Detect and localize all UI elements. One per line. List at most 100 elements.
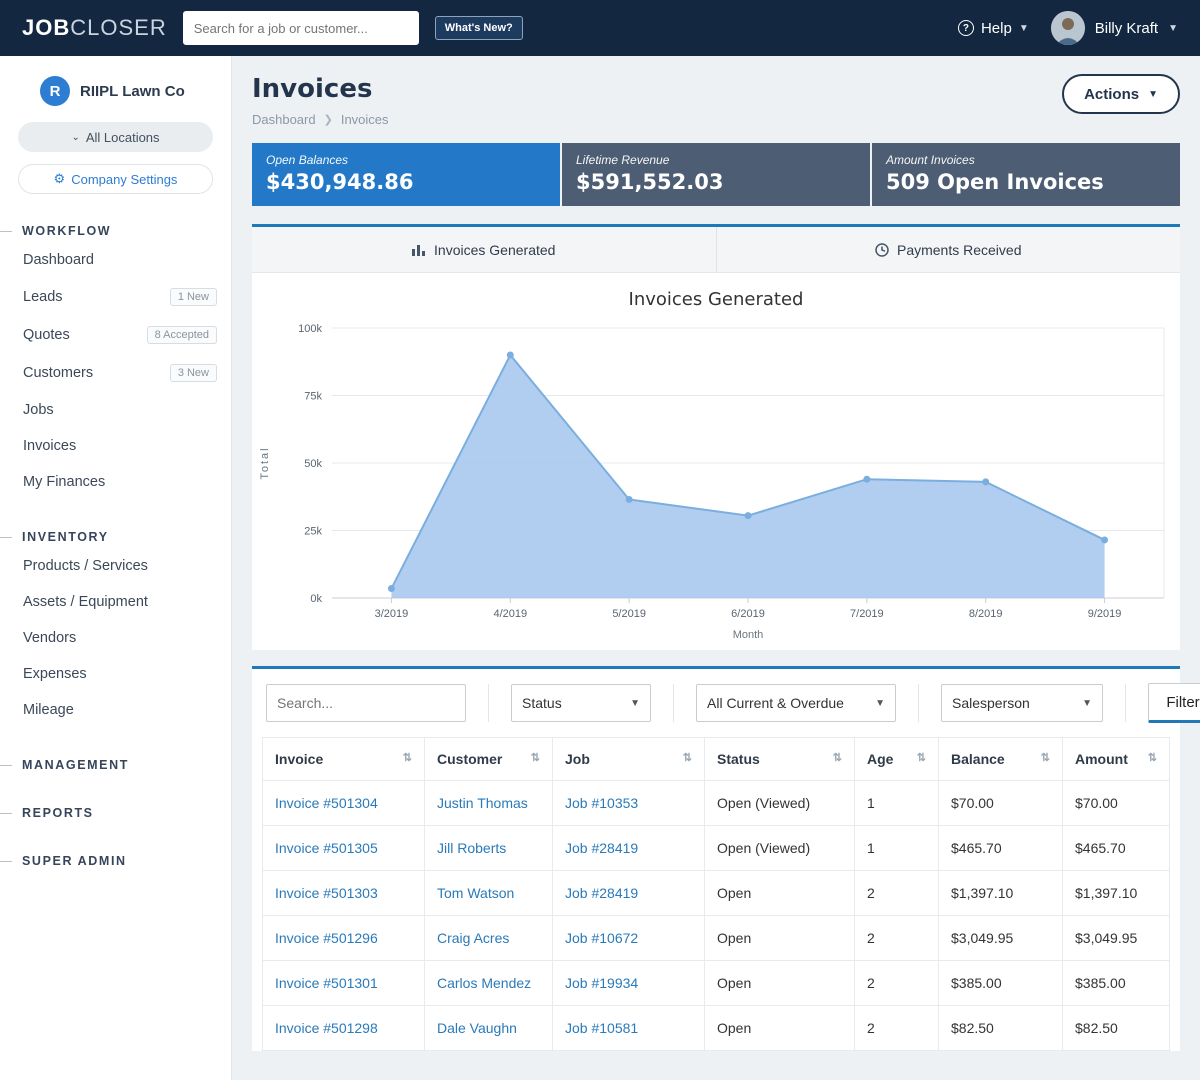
customer-link[interactable]: Justin Thomas — [437, 795, 528, 811]
column-header-customer[interactable]: Customer⇅ — [425, 738, 553, 781]
page-title: Invoices — [252, 74, 389, 104]
section-super-admin[interactable]: SUPER ADMIN — [0, 850, 231, 872]
chevron-down-icon: ▼ — [875, 698, 885, 709]
customer-link[interactable]: Dale Vaughn — [437, 1020, 517, 1036]
customer-link[interactable]: Tom Watson — [437, 885, 514, 901]
customer-link[interactable]: Craig Acres — [437, 930, 509, 946]
whats-new-button[interactable]: What's New? — [435, 16, 523, 40]
job-link[interactable]: Job #28419 — [565, 840, 638, 856]
invoice-link[interactable]: Invoice #501304 — [275, 795, 378, 811]
sidebar-item-label: Invoices — [23, 438, 76, 454]
sidebar-item-expenses[interactable]: Expenses — [0, 656, 231, 692]
balance-cell: $82.50 — [939, 1006, 1063, 1051]
job-link[interactable]: Job #10581 — [565, 1020, 638, 1036]
balance-cell: $385.00 — [939, 961, 1063, 1006]
sidebar-item-assets-equipment[interactable]: Assets / Equipment — [0, 584, 231, 620]
age-cell: 2 — [855, 916, 939, 961]
invoice-link[interactable]: Invoice #501305 — [275, 840, 378, 856]
sort-icon[interactable]: ⇅ — [531, 751, 540, 764]
tab-invoices-generated[interactable]: Invoices Generated — [252, 227, 717, 272]
help-menu[interactable]: ? Help ▼ — [958, 20, 1029, 37]
sort-icon[interactable]: ⇅ — [917, 751, 926, 764]
sidebar-item-leads[interactable]: Leads1 New — [0, 278, 231, 316]
chart-container: Invoices Generated 0k25k50k75k100k3/2019… — [252, 273, 1180, 650]
current-overdue-select[interactable]: All Current & Overdue ▼ — [696, 684, 896, 722]
global-search-input[interactable] — [183, 11, 419, 45]
sort-icon[interactable]: ⇅ — [1041, 751, 1050, 764]
help-icon: ? — [958, 20, 974, 36]
svg-text:Total: Total — [259, 446, 271, 479]
sort-icon[interactable]: ⇅ — [833, 751, 842, 764]
column-header-job[interactable]: Job⇅ — [553, 738, 705, 781]
job-link[interactable]: Job #19934 — [565, 975, 638, 991]
chevron-down-icon: ▼ — [1019, 23, 1029, 34]
status-cell: Open — [705, 1006, 855, 1051]
actions-button[interactable]: Actions ▼ — [1062, 74, 1180, 114]
column-header-balance[interactable]: Balance⇅ — [939, 738, 1063, 781]
logo-light: CLOSER — [70, 15, 166, 40]
user-menu[interactable]: Billy Kraft ▼ — [1051, 11, 1178, 45]
sidebar-item-label: My Finances — [23, 474, 105, 490]
tab-label: Invoices Generated — [434, 242, 555, 258]
sidebar-item-products-services[interactable]: Products / Services — [0, 548, 231, 584]
invoices-table: Invoice⇅ Customer⇅ Job⇅ Status ⇅ Age⇅ Bal… — [262, 737, 1170, 1051]
tab-payments-received[interactable]: Payments Received — [717, 227, 1181, 272]
column-header-status[interactable]: Status ⇅ — [705, 738, 855, 781]
main-content: Invoices Dashboard ❯ Invoices Actions ▼ … — [232, 56, 1200, 1080]
age-cell: 2 — [855, 871, 939, 916]
sidebar-item-dashboard[interactable]: Dashboard — [0, 242, 231, 278]
status-select[interactable]: Status ▼ — [511, 684, 651, 722]
svg-text:5/2019: 5/2019 — [612, 608, 646, 620]
column-header-invoice[interactable]: Invoice⇅ — [263, 738, 425, 781]
breadcrumb-dashboard[interactable]: Dashboard — [252, 112, 316, 127]
svg-text:7/2019: 7/2019 — [850, 608, 884, 620]
svg-text:8/2019: 8/2019 — [969, 608, 1003, 620]
column-label: Amount — [1075, 751, 1128, 767]
invoice-link[interactable]: Invoice #501303 — [275, 885, 378, 901]
sidebar-item-quotes[interactable]: Quotes8 Accepted — [0, 316, 231, 354]
table-search-input[interactable] — [266, 684, 466, 722]
column-label: Status — [717, 751, 760, 767]
breadcrumb: Dashboard ❯ Invoices — [252, 112, 389, 127]
sidebar-item-jobs[interactable]: Jobs — [0, 392, 231, 428]
job-link[interactable]: Job #10672 — [565, 930, 638, 946]
stat-value: $430,948.86 — [266, 170, 546, 194]
svg-text:4/2019: 4/2019 — [493, 608, 527, 620]
sort-icon[interactable]: ⇅ — [1148, 751, 1157, 764]
company-settings-button[interactable]: ⚙ Company Settings — [18, 164, 213, 194]
sidebar: R RIIPL Lawn Co ⌄ All Locations ⚙ Compan… — [0, 56, 232, 1080]
invoice-link[interactable]: Invoice #501298 — [275, 1020, 378, 1036]
chevron-down-icon: ▼ — [1148, 89, 1158, 100]
sidebar-item-vendors[interactable]: Vendors — [0, 620, 231, 656]
column-header-amount[interactable]: Amount ⇅ — [1063, 738, 1170, 781]
stat-label: Amount Invoices — [886, 153, 1166, 167]
sidebar-item-my-finances[interactable]: My Finances — [0, 464, 231, 500]
table-row: Invoice #501301 Carlos Mendez Job #19934… — [263, 961, 1170, 1006]
sort-icon[interactable]: ⇅ — [403, 751, 412, 764]
sidebar-item-invoices[interactable]: Invoices — [0, 428, 231, 464]
section-reports[interactable]: REPORTS — [0, 802, 231, 824]
chart-tabs: Invoices Generated Payments Received — [252, 227, 1180, 273]
locations-dropdown[interactable]: ⌄ All Locations — [18, 122, 213, 152]
filter-button[interactable]: Filter — [1148, 683, 1200, 723]
invoice-link[interactable]: Invoice #501301 — [275, 975, 378, 991]
customer-link[interactable]: Carlos Mendez — [437, 975, 531, 991]
svg-text:3/2019: 3/2019 — [375, 608, 409, 620]
salesperson-select[interactable]: Salesperson ▼ — [941, 684, 1103, 722]
help-label: Help — [981, 20, 1012, 37]
amount-cell: $385.00 — [1063, 961, 1170, 1006]
job-link[interactable]: Job #10353 — [565, 795, 638, 811]
svg-text:9/2019: 9/2019 — [1088, 608, 1122, 620]
section-management[interactable]: MANAGEMENT — [0, 754, 231, 776]
sidebar-item-mileage[interactable]: Mileage — [0, 692, 231, 728]
table-row: Invoice #501305 Jill Roberts Job #28419 … — [263, 826, 1170, 871]
sidebar-item-customers[interactable]: Customers3 New — [0, 354, 231, 392]
column-header-age[interactable]: Age⇅ — [855, 738, 939, 781]
balance-cell: $3,049.95 — [939, 916, 1063, 961]
customer-link[interactable]: Jill Roberts — [437, 840, 506, 856]
current-overdue-value: All Current & Overdue — [707, 695, 844, 711]
invoice-link[interactable]: Invoice #501296 — [275, 930, 378, 946]
company-header: R RIIPL Lawn Co — [0, 72, 231, 110]
sort-icon[interactable]: ⇅ — [683, 751, 692, 764]
job-link[interactable]: Job #28419 — [565, 885, 638, 901]
